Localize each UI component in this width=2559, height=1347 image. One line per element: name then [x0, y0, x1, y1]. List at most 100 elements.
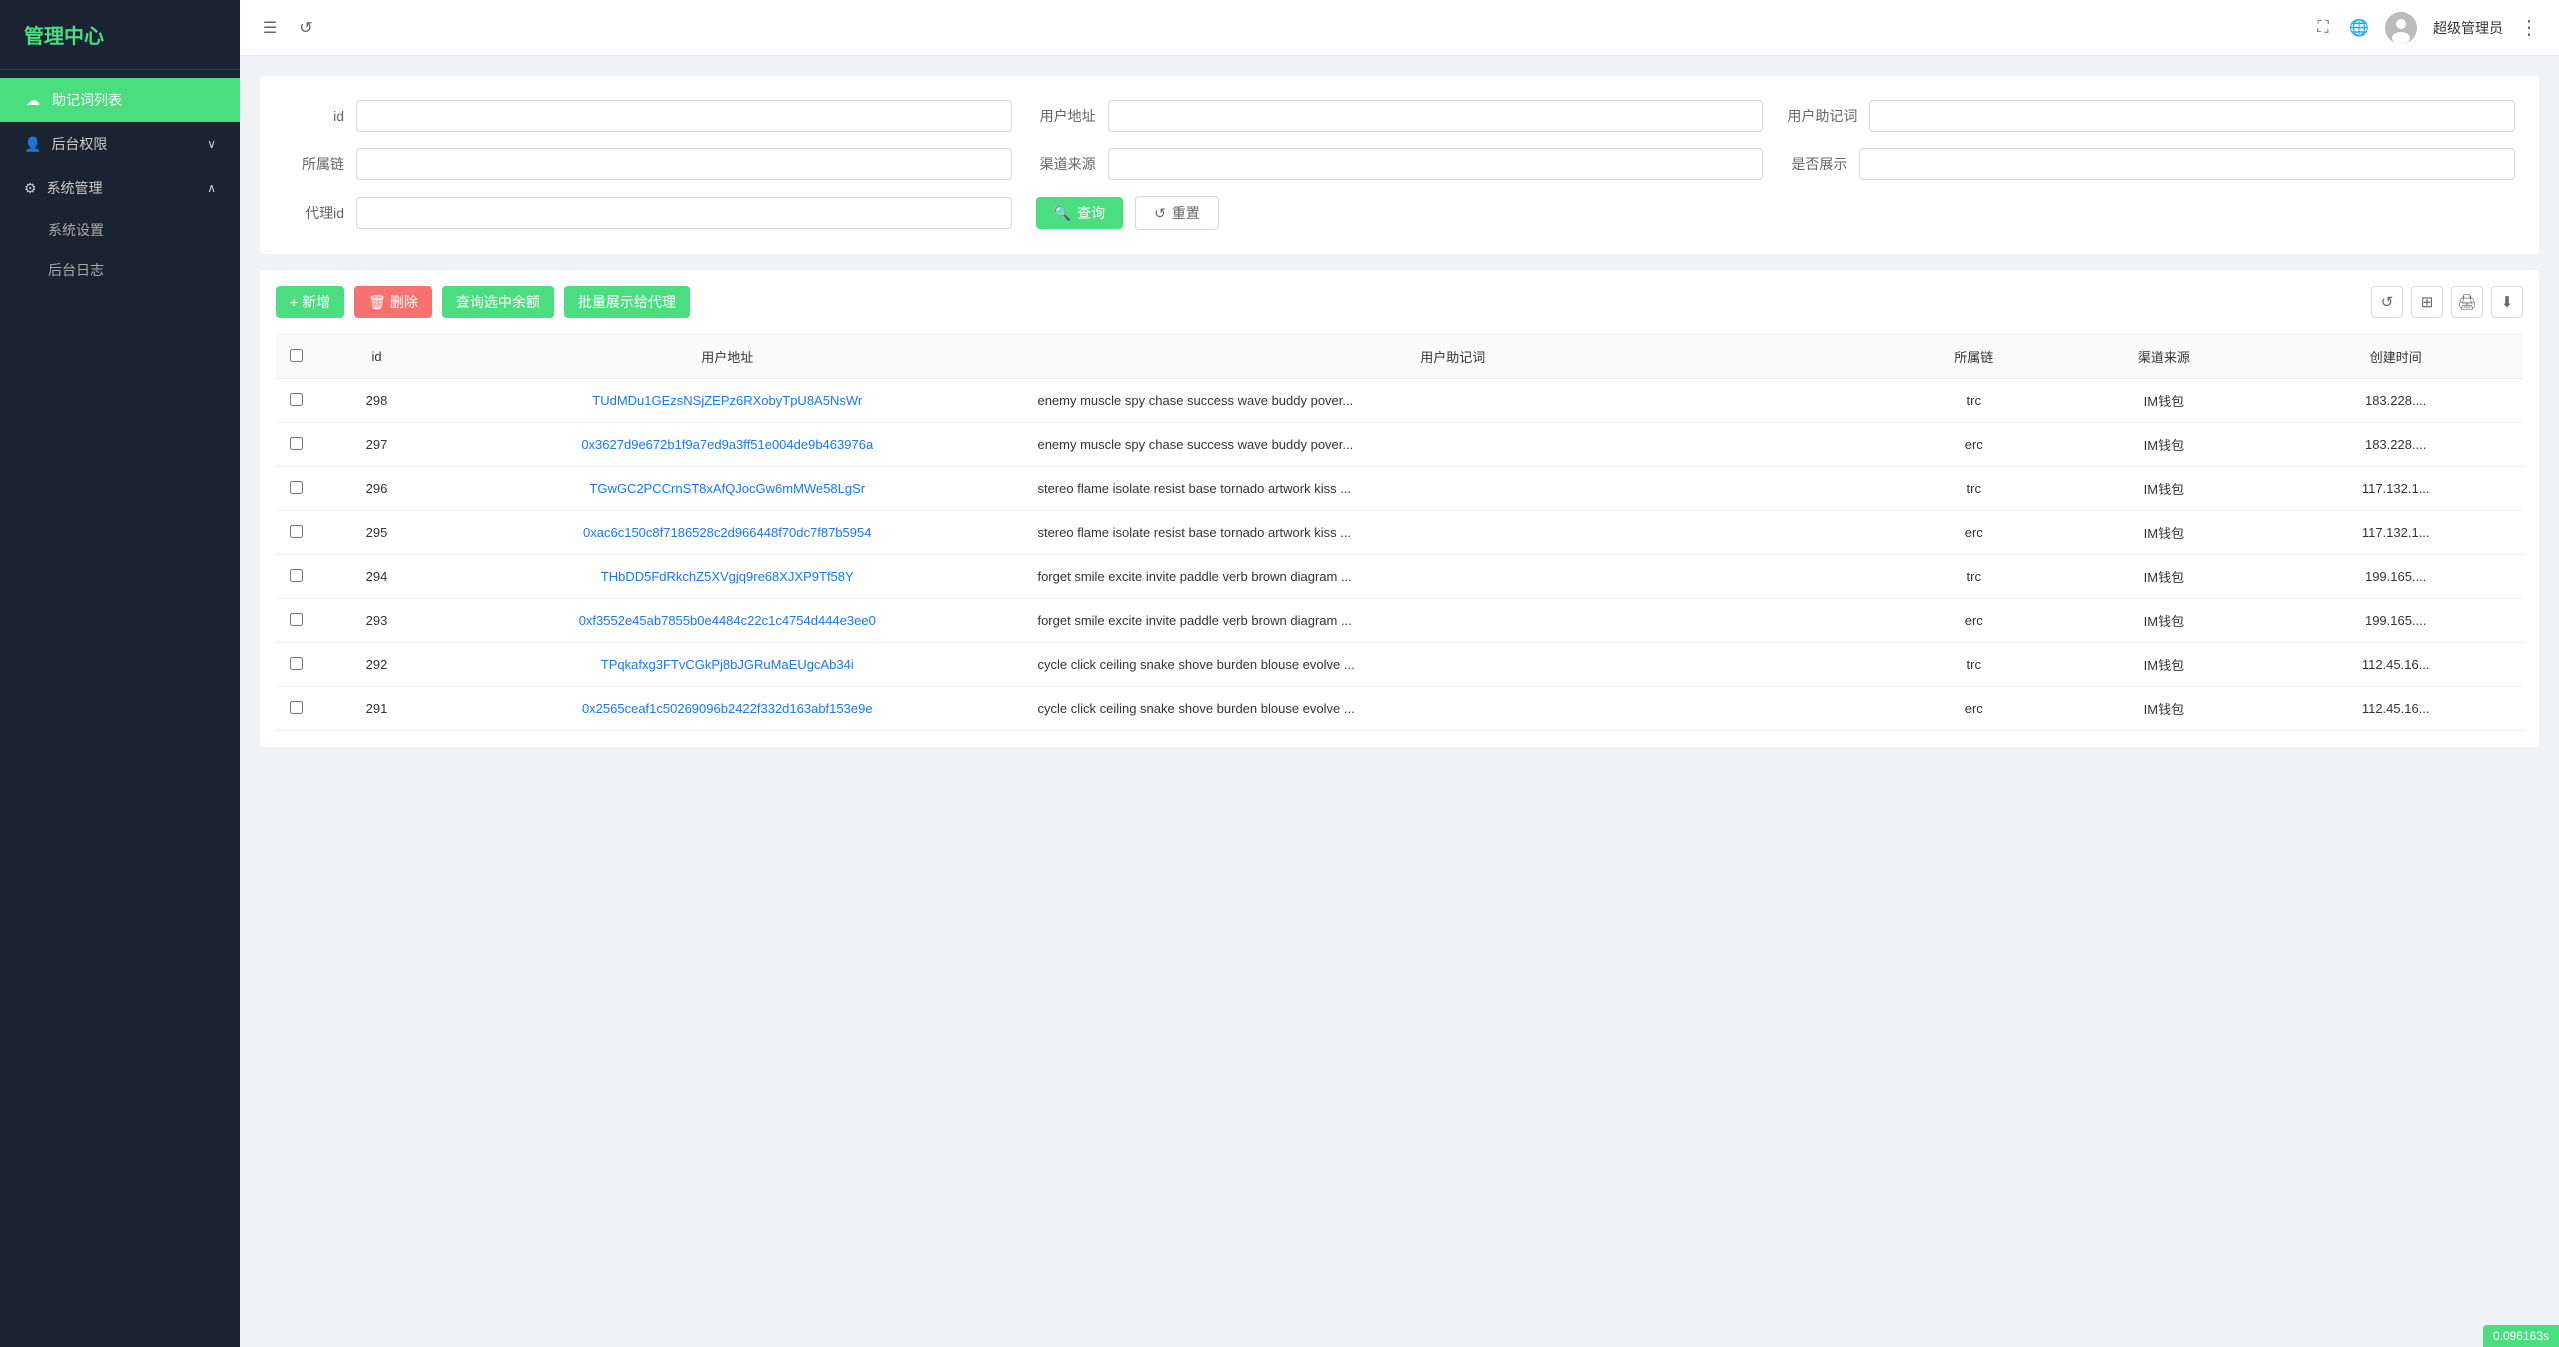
filter-input-user-mnemonic[interactable] [1869, 100, 2515, 132]
table-col-mnemonic: 用户助记词 [1017, 335, 1888, 379]
sidebar-logo: 管理中心 [0, 0, 240, 70]
row-checkbox[interactable] [290, 701, 303, 714]
table-header-checkbox [276, 335, 316, 379]
filter-label-user-address: 用户地址 [1036, 106, 1096, 126]
filter-row-agent-id: 代理id [284, 196, 1012, 230]
table-col-id: id [316, 335, 437, 379]
batch-show-button[interactable]: 批量展示给代理 [564, 286, 690, 318]
row-checkbox[interactable] [290, 481, 303, 494]
delete-icon: 🗑 [368, 294, 386, 311]
globe-icon[interactable]: 🌐 [2349, 18, 2369, 38]
row-id: 293 [316, 599, 437, 643]
table-row: 295 0xac6c150c8f7186528c2d966448f70dc7f8… [276, 511, 2523, 555]
row-mnemonic: cycle click ceiling snake shove burden b… [1017, 643, 1888, 687]
address-link[interactable]: TPqkafxg3FTvCGkPj8bJGRuMaEUgcAb34i [601, 657, 854, 672]
row-checkbox-cell [276, 467, 316, 511]
sidebar-sub-item-system-settings[interactable]: 系统设置 [0, 210, 240, 250]
more-options-icon[interactable]: ⋮ [2519, 18, 2539, 38]
address-link[interactable]: 0xac6c150c8f7186528c2d966448f70dc7f87b59… [583, 525, 871, 540]
table-columns-button[interactable]: ⊞ [2411, 286, 2443, 318]
sidebar-item-label: 后台权限 [51, 134, 107, 154]
row-checkbox[interactable] [290, 393, 303, 406]
filter-input-chain[interactable] [356, 148, 1012, 180]
cloud-icon: ☁ [24, 91, 42, 109]
toolbar-right-icons: ↺ ⊞ 🖨 ⬇ [2371, 286, 2523, 318]
table-row: 293 0xf3552e45ab7855b0e4484c22c1c4754d44… [276, 599, 2523, 643]
menu-toggle-icon[interactable]: ☰ [260, 18, 280, 38]
delete-button[interactable]: 🗑 删除 [354, 286, 432, 318]
address-link[interactable]: TUdMDu1GEzsNSjZEPz6RXobyTpU8A5NsWr [592, 393, 862, 408]
filter-actions-row: 🔍 查询 ↺ 重置 [1036, 196, 1764, 230]
row-checkbox[interactable] [290, 437, 303, 450]
table-refresh-button[interactable]: ↺ [2371, 286, 2403, 318]
table-card: + 新增 🗑 删除 查询选中余额 批量展示给代理 ↺ ⊞ 🖨 ⬇ [260, 270, 2539, 747]
user-icon: 👤 [24, 136, 41, 153]
row-created: 117.132.1... [2268, 467, 2523, 511]
filter-row-chain: 所属链 [284, 148, 1012, 180]
table-col-address: 用户地址 [437, 335, 1017, 379]
filter-label-id: id [284, 108, 344, 124]
row-address: 0x2565ceaf1c50269096b2422f332d163abf153e… [437, 687, 1017, 731]
filter-row-user-address: 用户地址 [1036, 100, 1764, 132]
row-mnemonic: enemy muscle spy chase success wave budd… [1017, 423, 1888, 467]
avatar [2385, 12, 2417, 44]
search-button[interactable]: 🔍 查询 [1036, 197, 1123, 229]
refresh-icon[interactable]: ↺ [296, 18, 316, 38]
gear-icon: ⚙ [24, 180, 37, 197]
main-content: ☰ ↺ ⛶ 🌐 超级管理员 ⋮ id [240, 0, 2559, 1347]
row-chain: trc [1888, 643, 2059, 687]
row-chain: erc [1888, 599, 2059, 643]
row-chain: trc [1888, 555, 2059, 599]
table-row: 297 0x3627d9e672b1f9a7ed9a3ff51e004de9b4… [276, 423, 2523, 467]
sidebar-item-system-management[interactable]: ⚙ 系统管理 ∧ [0, 166, 240, 210]
sidebar-item-mnemonic-list[interactable]: ☁ 助记词列表 [0, 78, 240, 122]
row-address: TUdMDu1GEzsNSjZEPz6RXobyTpU8A5NsWr [437, 379, 1017, 423]
reset-button[interactable]: ↺ 重置 [1135, 196, 1219, 230]
row-address: TPqkafxg3FTvCGkPj8bJGRuMaEUgcAb34i [437, 643, 1017, 687]
row-checkbox[interactable] [290, 569, 303, 582]
row-checkbox[interactable] [290, 657, 303, 670]
address-link[interactable]: 0xf3552e45ab7855b0e4484c22c1c4754d444e3e… [579, 613, 876, 628]
row-chain: trc [1888, 467, 2059, 511]
row-mnemonic: stereo flame isolate resist base tornado… [1017, 511, 1888, 555]
row-channel: IM钱包 [2059, 423, 2268, 467]
address-link[interactable]: THbDD5FdRkchZ5XVgjq9re68XJXP9Tf58Y [601, 569, 854, 584]
table-col-created: 创建时间 [2268, 335, 2523, 379]
table-export-button[interactable]: ⬇ [2491, 286, 2523, 318]
filter-grid: id 用户地址 用户助记词 所属链 渠道来源 [284, 100, 2515, 230]
table-col-channel: 渠道来源 [2059, 335, 2268, 379]
address-link[interactable]: TGwGC2PCCrnST8xAfQJocGw6mMWe58LgSr [589, 481, 865, 496]
row-channel: IM钱包 [2059, 379, 2268, 423]
filter-input-agent-id[interactable] [356, 197, 1012, 229]
filter-input-id[interactable] [356, 100, 1012, 132]
filter-label-channel: 渠道来源 [1036, 154, 1096, 174]
add-button[interactable]: + 新增 [276, 286, 344, 318]
fullscreen-icon[interactable]: ⛶ [2313, 18, 2333, 38]
row-id: 295 [316, 511, 437, 555]
row-chain: erc [1888, 511, 2059, 555]
row-channel: IM钱包 [2059, 599, 2268, 643]
sidebar-item-label: 系统管理 [47, 178, 103, 198]
row-checkbox[interactable] [290, 525, 303, 538]
table-print-button[interactable]: 🖨 [2451, 286, 2483, 318]
row-created: 183.228.... [2268, 379, 2523, 423]
query-balance-button[interactable]: 查询选中余额 [442, 286, 554, 318]
filter-input-user-address[interactable] [1108, 100, 1764, 132]
sidebar-item-backend-permissions[interactable]: 👤 后台权限 ∨ [0, 122, 240, 166]
table-header-row: id 用户地址 用户助记词 所属链 渠道来源 创建时间 [276, 335, 2523, 379]
sidebar-sub-item-backend-log[interactable]: 后台日志 [0, 250, 240, 290]
row-id: 298 [316, 379, 437, 423]
reset-icon: ↺ [1154, 205, 1166, 222]
table-toolbar: + 新增 🗑 删除 查询选中余额 批量展示给代理 ↺ ⊞ 🖨 ⬇ [276, 286, 2523, 318]
row-chain: erc [1888, 687, 2059, 731]
filter-input-show-status[interactable] [1859, 148, 2515, 180]
select-all-checkbox[interactable] [290, 349, 303, 362]
row-checkbox[interactable] [290, 613, 303, 626]
address-link[interactable]: 0x2565ceaf1c50269096b2422f332d163abf153e… [582, 701, 873, 716]
row-checkbox-cell [276, 687, 316, 731]
row-checkbox-cell [276, 511, 316, 555]
filter-input-channel[interactable] [1108, 148, 1764, 180]
table-col-chain: 所属链 [1888, 335, 2059, 379]
row-id: 297 [316, 423, 437, 467]
address-link[interactable]: 0x3627d9e672b1f9a7ed9a3ff51e004de9b46397… [581, 437, 873, 452]
